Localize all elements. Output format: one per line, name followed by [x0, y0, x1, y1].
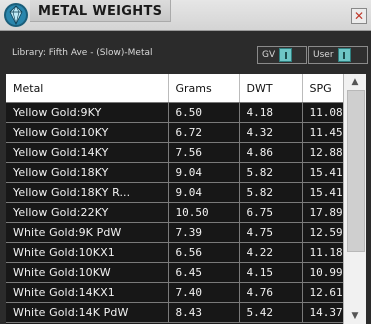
dwt-cell: 5.82	[239, 162, 303, 183]
spg-cell: 14.37	[302, 302, 344, 323]
metal-cell: Yellow Gold:18KY R...	[6, 182, 169, 203]
spg-cell: 12.59	[302, 222, 344, 243]
spg-cell: 12.61	[302, 282, 344, 303]
table-row[interactable]: White Gold:10KW 6.45 4.15 10.99	[6, 262, 344, 283]
metal-weights-window: METAL WEIGHTS ✕ Library: Fifth Ave - (Sl…	[0, 0, 371, 324]
grams-cell: 7.56	[168, 142, 240, 163]
dwt-cell: 6.75	[239, 202, 303, 223]
scrollbar-thumb[interactable]	[347, 90, 365, 252]
metal-cell: White Gold:10KX1	[6, 242, 169, 263]
dwt-cell: 4.32	[239, 122, 303, 143]
metal-weights-table: Metal Grams DWT SPG Yellow Gold:9KY 6.50…	[6, 74, 365, 324]
table-row[interactable]: White Gold:14K PdW 8.43 5.42 14.37	[6, 302, 344, 323]
metal-cell: Yellow Gold:18KY	[6, 162, 169, 183]
table-row[interactable]: White Gold:9K PdW 7.39 4.75 12.59	[6, 222, 344, 243]
dwt-cell: 4.86	[239, 142, 303, 163]
metal-cell: White Gold:10KW	[6, 262, 169, 283]
grams-cell: 6.50	[168, 102, 240, 123]
user-toggle[interactable]: User	[308, 46, 368, 64]
dwt-cell: 4.76	[239, 282, 303, 303]
metal-cell: Yellow Gold:9KY	[6, 102, 169, 123]
metal-cell: Yellow Gold:22KY	[6, 202, 169, 223]
chevron-down-icon[interactable]: ▼	[344, 308, 366, 324]
column-header-dwt[interactable]: DWT	[239, 74, 303, 103]
dwt-cell: 4.75	[239, 222, 303, 243]
vertical-scrollbar[interactable]: ▲ ▼	[343, 74, 366, 324]
spg-cell: 11.08	[302, 102, 344, 123]
diamond-ring-icon	[4, 3, 28, 27]
library-label: Library: Fifth Ave - (Slow)-Metal	[12, 48, 153, 58]
table-row[interactable]: White Gold:14KX1 7.40 4.76 12.61	[6, 282, 344, 303]
metal-cell: Yellow Gold:14KY	[6, 142, 169, 163]
spg-cell: 11.45	[302, 122, 344, 143]
dwt-cell: 4.18	[239, 102, 303, 123]
grams-cell: 6.45	[168, 262, 240, 283]
spg-cell: 15.41	[302, 182, 344, 203]
column-header-grams[interactable]: Grams	[168, 74, 240, 103]
column-header-spg[interactable]: SPG	[302, 74, 344, 103]
dwt-cell: 5.82	[239, 182, 303, 203]
dwt-cell: 5.42	[239, 302, 303, 323]
close-icon[interactable]: ✕	[351, 8, 367, 24]
spg-cell: 11.18	[302, 242, 344, 263]
grams-cell: 7.40	[168, 282, 240, 303]
spg-cell: 12.88	[302, 142, 344, 163]
user-toggle-knob[interactable]	[337, 48, 351, 62]
table-row[interactable]: Yellow Gold:18KY R... 9.04 5.82 15.41	[6, 182, 344, 203]
spg-cell: 15.41	[302, 162, 344, 183]
metal-cell: White Gold:9K PdW	[6, 222, 169, 243]
table-row[interactable]: Yellow Gold:18KY 9.04 5.82 15.41	[6, 162, 344, 183]
title-bar[interactable]: METAL WEIGHTS ✕	[0, 0, 371, 31]
window-title: METAL WEIGHTS	[38, 4, 163, 19]
metal-cell: White Gold:14K PdW	[6, 302, 169, 323]
dwt-cell: 4.22	[239, 242, 303, 263]
table-row[interactable]: White Gold:10KX1 6.56 4.22 11.18	[6, 242, 344, 263]
spg-cell: 17.89	[302, 202, 344, 223]
chevron-up-icon[interactable]: ▲	[344, 74, 366, 90]
table-header-row: Metal Grams DWT SPG	[6, 74, 344, 103]
dwt-cell: 4.15	[239, 262, 303, 283]
table-row[interactable]: Yellow Gold:22KY 10.50 6.75 17.89	[6, 202, 344, 223]
column-header-metal[interactable]: Metal	[6, 74, 169, 103]
table-row[interactable]: Yellow Gold:14KY 7.56 4.86 12.88	[6, 142, 344, 163]
grams-cell: 9.04	[168, 162, 240, 183]
metal-cell: Yellow Gold:10KY	[6, 122, 169, 143]
spg-cell: 10.99	[302, 262, 344, 283]
table-body: Yellow Gold:9KY 6.50 4.18 11.08 Yellow G…	[6, 102, 344, 323]
grams-cell: 9.04	[168, 182, 240, 203]
gv-toggle-knob[interactable]	[279, 48, 293, 62]
table-row[interactable]: Yellow Gold:10KY 6.72 4.32 11.45	[6, 122, 344, 143]
grams-cell: 10.50	[168, 202, 240, 223]
grams-cell: 7.39	[168, 222, 240, 243]
user-toggle-label: User	[313, 50, 334, 60]
grams-cell: 6.72	[168, 122, 240, 143]
gv-toggle-label: GV	[262, 50, 276, 60]
library-bar: Library: Fifth Ave - (Slow)-Metal GV Use…	[0, 31, 371, 71]
metal-cell: White Gold:14KX1	[6, 282, 169, 303]
gv-toggle[interactable]: GV	[257, 46, 307, 64]
grams-cell: 8.43	[168, 302, 240, 323]
table-row[interactable]: Yellow Gold:9KY 6.50 4.18 11.08	[6, 102, 344, 123]
grams-cell: 6.56	[168, 242, 240, 263]
